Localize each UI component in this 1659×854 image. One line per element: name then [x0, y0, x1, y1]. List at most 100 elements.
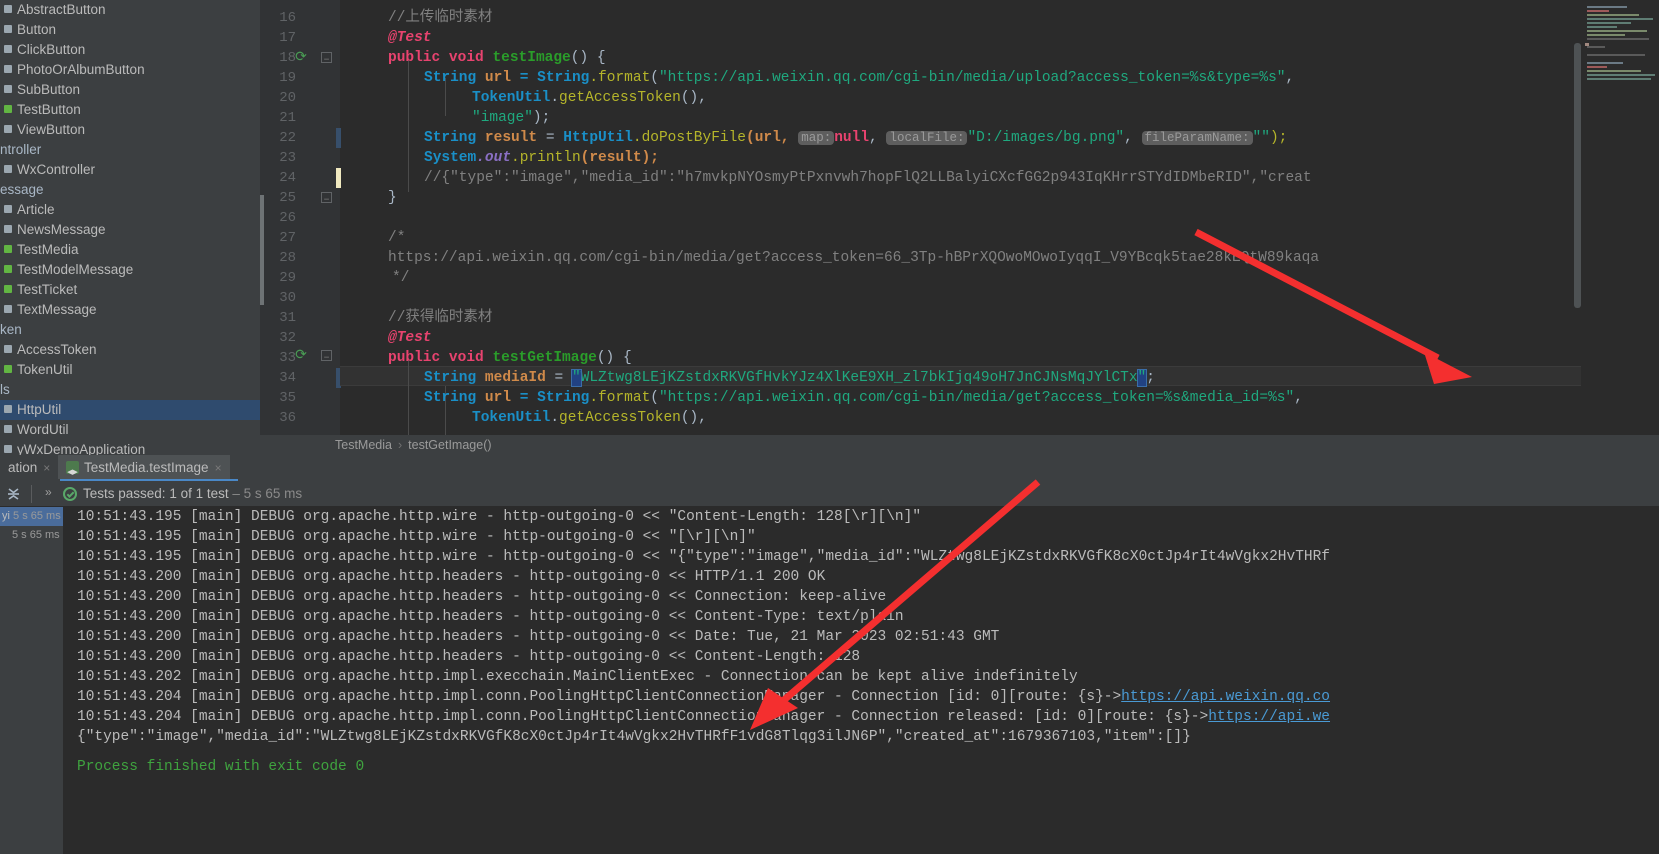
line-number: 18	[279, 50, 296, 66]
class-icon	[4, 44, 13, 55]
tree-item-subbutton[interactable]: SubButton	[0, 80, 260, 100]
tree-item-article[interactable]: Article	[0, 200, 260, 220]
code-line[interactable]: System.out.println(result);	[340, 148, 659, 168]
tree-item-testmodelmessage[interactable]: TestModelMessage	[0, 260, 260, 280]
test-results-tree[interactable]: yi 5 s 65 ms 5 s 65 ms	[0, 507, 63, 854]
code-token: ""	[1252, 130, 1270, 146]
console-output[interactable]: 10:51:43.195 [main] DEBUG org.apache.htt…	[63, 507, 1659, 854]
code-line[interactable]: @Test	[340, 328, 432, 348]
run-tab-application[interactable]: ation ×	[0, 455, 58, 481]
code-token: void	[448, 350, 484, 366]
code-token: @Test	[388, 330, 432, 346]
collapse-all-icon[interactable]	[5, 486, 22, 502]
code-line[interactable]: TokenUtil.getAccessToken(),	[340, 408, 707, 428]
code-token: ,	[1124, 130, 1142, 146]
code-token: mediaId	[484, 370, 546, 386]
tree-item-wordutil[interactable]: WordUtil	[0, 420, 260, 440]
test-tree-row[interactable]: yi 5 s 65 ms	[0, 507, 63, 526]
code-line[interactable]: String result = HttpUtil.doPostByFile(ur…	[340, 128, 1287, 148]
tree-item-newsmessage[interactable]: NewsMessage	[0, 220, 260, 240]
code-line[interactable]: TokenUtil.getAccessToken(),	[340, 88, 707, 108]
tree-item-ntroller[interactable]: ntroller	[0, 140, 260, 160]
code-editor[interactable]: 16 17 18 19 20 21 22 23 24 25 26 27 28 29 30 31 32 33 34 35…	[260, 0, 1659, 435]
code-token: public	[388, 350, 441, 366]
breadcrumb-method[interactable]: testGetImage()	[408, 438, 491, 452]
console-line: 10:51:43.200 [main] DEBUG org.apache.htt…	[77, 569, 826, 585]
tree-item-label: ClickButton	[17, 42, 86, 57]
fold-region-icon[interactable]: –	[321, 350, 332, 364]
code-line[interactable]: String url = String.format("https://api.…	[340, 388, 1303, 408]
code-line[interactable]: /*	[340, 228, 405, 248]
line-number: 29	[279, 270, 296, 286]
chevron-right-icon[interactable]: »	[45, 485, 52, 499]
tree-item-ywxdemoapplication[interactable]: yWxDemoApplication	[0, 440, 260, 455]
tree-item-essage[interactable]: essage	[0, 180, 260, 200]
tree-item-testticket[interactable]: TestTicket	[0, 280, 260, 300]
code-token: void	[448, 50, 484, 66]
tree-item-testmedia[interactable]: TestMedia	[0, 240, 260, 260]
test-tree-duration: 5 s 65 ms	[13, 510, 61, 522]
code-token: = String	[519, 390, 590, 406]
error-stripe-marker[interactable]	[1585, 43, 1589, 46]
line-number: 34	[279, 370, 296, 386]
code-line[interactable]: //{"type":"image","media_id":"h7mvkpNYOs…	[340, 168, 1312, 188]
code-line[interactable]: */	[340, 268, 409, 288]
line-number: 17	[279, 30, 296, 46]
code-token: String	[424, 370, 477, 386]
run-test-gutter-icon[interactable]: ⟳	[293, 50, 309, 66]
code-token: (url,	[746, 130, 799, 146]
code-line[interactable]: //上传临时素材	[340, 8, 492, 28]
test-tree-row[interactable]: 5 s 65 ms	[0, 526, 63, 545]
run-tab-testmedia-testimage[interactable]: TestMedia.testImage ×	[58, 455, 230, 486]
tree-item-textmessage[interactable]: TextMessage	[0, 300, 260, 320]
ide-window: AbstractButton Button ClickButton PhotoOrAl…	[0, 0, 1659, 854]
breadcrumb[interactable]: TestMedia › testGetImage()	[260, 435, 1659, 455]
editor-scrollbar[interactable]	[1574, 43, 1581, 308]
fold-region-icon[interactable]: –	[321, 192, 332, 206]
tree-item-ken[interactable]: ken	[0, 320, 260, 340]
tree-item-label: ken	[0, 322, 22, 337]
code-line[interactable]: String url = String.format("https://api.…	[340, 68, 1294, 88]
tree-item-accesstoken[interactable]: AccessToken	[0, 340, 260, 360]
code-line[interactable]: }	[340, 188, 397, 208]
code-line[interactable]: public void testImage() {	[340, 48, 606, 68]
code-line[interactable]: String mediaId = "WLZtwg8LEjKZstdxRKVGfH…	[340, 368, 1155, 388]
tree-item-abstractbutton[interactable]: AbstractButton	[0, 0, 260, 20]
code-token: getAccessToken	[559, 90, 681, 106]
run-tool-window-tabs[interactable]: ation × TestMedia.testImage ×	[0, 455, 1659, 486]
tree-item-httputil[interactable]: HttpUtil	[0, 400, 260, 420]
tree-item-photooralbumbutton[interactable]: PhotoOrAlbumButton	[0, 60, 260, 80]
code-line[interactable]: @Test	[340, 28, 432, 48]
code-line[interactable]: public void testGetImage() {	[340, 348, 632, 368]
console-line: 10:51:43.200 [main] DEBUG org.apache.htt…	[77, 589, 887, 605]
tree-item-clickbutton[interactable]: ClickButton	[0, 40, 260, 60]
tree-item-ls[interactable]: ls	[0, 380, 260, 400]
code-token: //上传临时素材	[388, 10, 493, 26]
code-line[interactable]: https://api.weixin.qq.com/cgi-bin/media/…	[340, 248, 1319, 268]
editor-minimap[interactable]	[1581, 0, 1659, 435]
code-line[interactable]: "image");	[340, 108, 550, 128]
tree-item-viewbutton[interactable]: ViewButton	[0, 120, 260, 140]
test-tree-label: yi	[2, 510, 10, 522]
close-icon[interactable]: ×	[43, 461, 50, 475]
code-token: "	[1136, 369, 1148, 387]
close-icon[interactable]: ×	[215, 461, 222, 475]
tree-item-testbutton[interactable]: TestButton	[0, 100, 260, 120]
console-link[interactable]: https://api.we	[1208, 709, 1330, 725]
run-test-gutter-icon[interactable]: ⟳	[293, 348, 309, 364]
project-tree-panel[interactable]: AbstractButton Button ClickButton PhotoOrAl…	[0, 0, 260, 455]
console-link[interactable]: https://api.weixin.qq.co	[1121, 689, 1330, 705]
fold-region-icon[interactable]: –	[321, 52, 332, 66]
code-line[interactable]: //获得临时素材	[340, 308, 492, 328]
tree-item-wxcontroller[interactable]: WxController	[0, 160, 260, 180]
test-class-icon	[4, 284, 13, 295]
breadcrumb-class[interactable]: TestMedia	[335, 438, 392, 452]
tree-item-tokenutil[interactable]: TokenUtil	[0, 360, 260, 380]
code-token: (),	[680, 90, 707, 106]
tree-item-label: WxController	[17, 162, 96, 177]
tree-item-button[interactable]: Button	[0, 20, 260, 40]
code-token: .doPostByFile	[632, 130, 746, 146]
